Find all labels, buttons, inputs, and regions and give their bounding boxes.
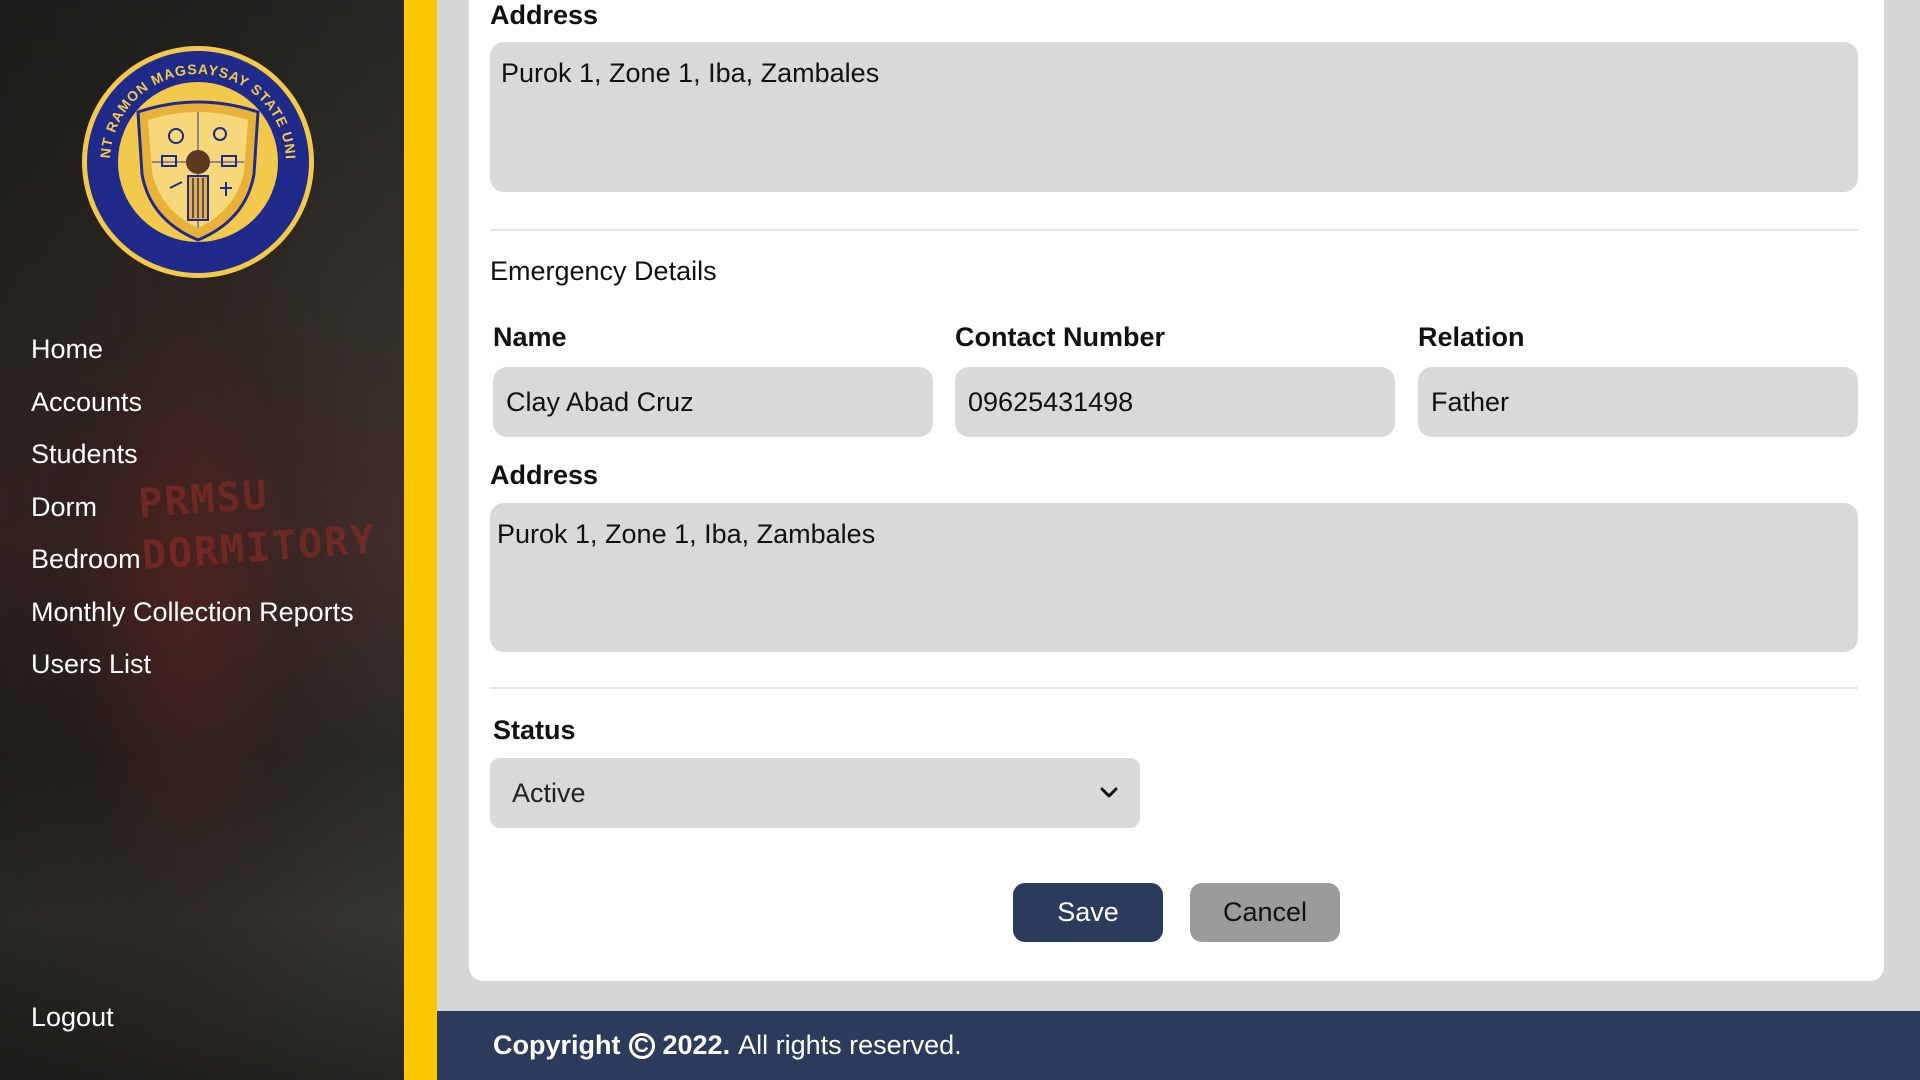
copyright-year: 2022. [662, 1030, 731, 1060]
emergency-contact-input[interactable]: 09625431498 [955, 367, 1395, 437]
logout-link[interactable]: Logout [31, 1002, 114, 1033]
sidebar-nav: Home Accounts Students Dorm Bedroom Mont… [31, 326, 354, 694]
footer: Copyright C 2022. All rights reserved. [437, 1011, 1920, 1080]
emergency-address-textarea[interactable]: Purok 1, Zone 1, Iba, Zambales [490, 503, 1858, 652]
address-textarea[interactable]: Purok 1, Zone 1, Iba, Zambales [490, 42, 1858, 192]
copyright-rights: All rights reserved. [738, 1030, 962, 1060]
status-select-value: Active [512, 777, 586, 808]
cancel-button[interactable]: Cancel [1190, 883, 1340, 942]
sidebar-item-accounts[interactable]: Accounts [31, 379, 354, 432]
copyright-icon: C [628, 1032, 655, 1059]
chevron-down-icon [1100, 787, 1118, 798]
emergency-details-title: Emergency Details [490, 256, 717, 286]
save-button[interactable]: Save [1013, 883, 1163, 942]
address-label: Address [490, 0, 599, 30]
status-label: Status [493, 715, 576, 745]
sidebar-item-dorm[interactable]: Dorm [31, 484, 354, 537]
emergency-name-input[interactable]: Clay Abad Cruz [493, 367, 933, 437]
accent-bar [404, 0, 437, 1080]
emergency-name-label: Name [493, 322, 567, 352]
emergency-address-label: Address [490, 460, 599, 490]
university-logo: PRESIDENT RAMON MAGSAYSAY STATE UNIVERSI… [80, 44, 314, 278]
status-select[interactable]: Active [490, 758, 1140, 828]
sidebar-item-home[interactable]: Home [31, 326, 354, 379]
emergency-contact-label: Contact Number [955, 322, 1166, 352]
sidebar: PRMSU DORMITORY PRESIDENT RAMON MAGSAYSA… [0, 0, 404, 1080]
sidebar-item-students[interactable]: Students [31, 431, 354, 484]
emergency-relation-input[interactable]: Father [1418, 367, 1858, 437]
emergency-relation-label: Relation [1418, 322, 1525, 352]
sidebar-item-users-list[interactable]: Users List [31, 641, 354, 694]
student-edit-form: Address Purok 1, Zone 1, Iba, Zambales E… [469, 0, 1884, 981]
section-divider [490, 229, 1858, 231]
sidebar-item-bedroom[interactable]: Bedroom [31, 536, 354, 589]
section-divider [490, 687, 1858, 689]
copyright-word: Copyright [493, 1030, 621, 1060]
sidebar-item-monthly-collection-reports[interactable]: Monthly Collection Reports [31, 589, 354, 642]
